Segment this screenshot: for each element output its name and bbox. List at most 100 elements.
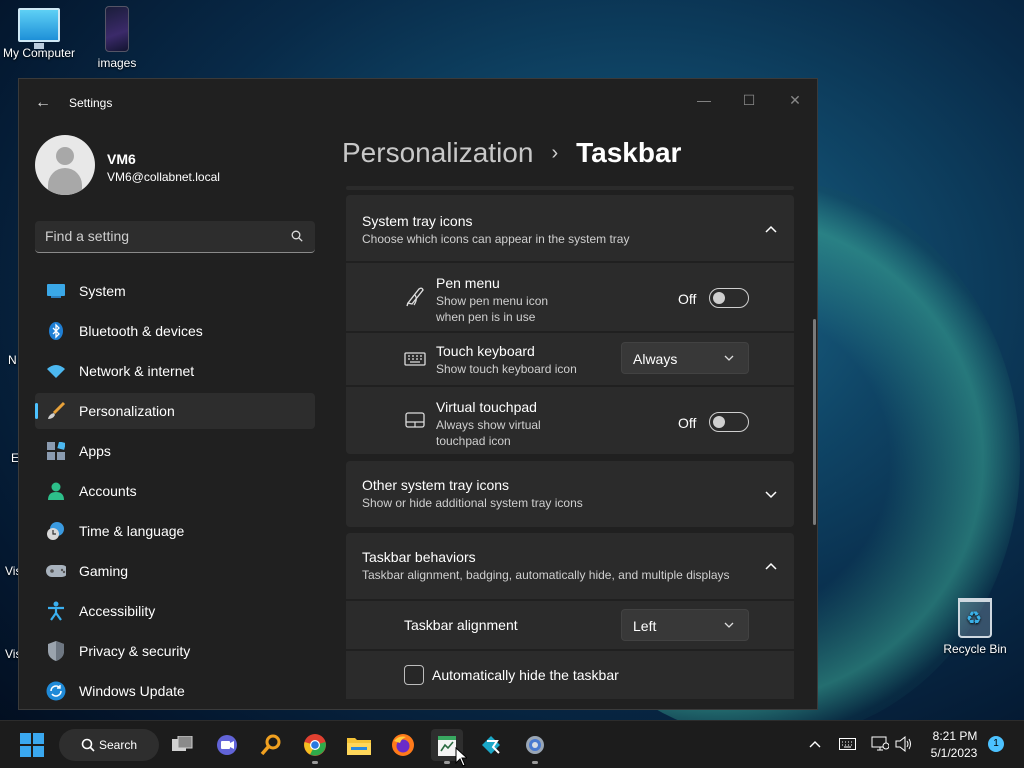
- taskbar-alignment-row: Taskbar alignment Left: [346, 601, 794, 649]
- file-explorer-button[interactable]: [343, 729, 375, 761]
- clock-globe-icon: [46, 521, 66, 541]
- sidebar-item-windows-update[interactable]: Windows Update: [35, 673, 315, 709]
- sidebar-item-label: Apps: [79, 443, 111, 459]
- row-title: Touch keyboard: [436, 343, 535, 359]
- row-subtitle: Show pen menu icon: [436, 294, 549, 308]
- apps-icon: [46, 441, 66, 461]
- search-icon[interactable]: [291, 230, 303, 242]
- row-subtitle: touchpad icon: [436, 434, 511, 448]
- teams-chat-icon: [217, 735, 237, 755]
- sidebar-item-apps[interactable]: Apps: [35, 433, 315, 469]
- settings-content: System tray icons Choose which icons can…: [346, 186, 794, 709]
- row-title: Taskbar alignment: [404, 617, 518, 633]
- person-icon: [46, 481, 66, 501]
- task-view-icon: [172, 736, 193, 751]
- taskbar-behaviors-header[interactable]: Taskbar behaviors Taskbar alignment, bad…: [346, 533, 794, 599]
- settings-window: ← Settings — ☐ ✕ VM6 VM6@collabnet.local…: [18, 78, 818, 710]
- start-button[interactable]: [16, 729, 48, 761]
- volume-icon[interactable]: [895, 736, 913, 752]
- dropdown-value: Always: [633, 351, 678, 367]
- app-button[interactable]: [475, 729, 507, 761]
- network-icon[interactable]: [871, 736, 889, 752]
- dropdown-value: Left: [633, 618, 657, 634]
- mouse-cursor-icon: [455, 747, 467, 767]
- clock-date[interactable]: 5/1/2023: [924, 746, 984, 760]
- row-title[interactable]: Automatically hide the taskbar: [432, 667, 619, 683]
- search-icon: [81, 738, 95, 752]
- back-button[interactable]: ←: [33, 93, 53, 113]
- row-subtitle: Show touch keyboard icon: [436, 362, 577, 376]
- row-title: Pen menu: [436, 275, 500, 291]
- sidebar-item-network[interactable]: Network & internet: [35, 353, 315, 389]
- monitor-icon: [46, 281, 66, 301]
- recycle-bin-icon: [958, 598, 992, 638]
- sidebar-item-label: Network & internet: [79, 363, 195, 379]
- auto-hide-checkbox[interactable]: [404, 665, 424, 685]
- section-title: Other system tray icons: [362, 477, 510, 493]
- maximize-button[interactable]: ☐: [729, 85, 769, 115]
- sidebar-item-label: Accounts: [79, 483, 137, 499]
- desktop-icon-label: images: [97, 56, 137, 70]
- pen-icon: [406, 287, 424, 307]
- section-subtitle: Show or hide additional system tray icon…: [362, 496, 583, 510]
- user-email: VM6@collabnet.local: [107, 170, 220, 184]
- other-system-tray-icons-header[interactable]: Other system tray icons Show or hide add…: [346, 461, 794, 527]
- close-button[interactable]: ✕: [775, 85, 815, 115]
- breadcrumb-parent[interactable]: Personalization: [342, 137, 533, 169]
- chevron-up-icon[interactable]: [809, 740, 821, 748]
- sidebar-item-label: Gaming: [79, 563, 129, 579]
- toggle-state-label: Off: [678, 291, 697, 307]
- sidebar-item-label: Accessibility: [79, 603, 156, 619]
- chrome-button[interactable]: [299, 729, 331, 764]
- keyboard-icon[interactable]: [839, 738, 856, 750]
- sidebar-item-bluetooth[interactable]: Bluetooth & devices: [35, 313, 315, 349]
- settings-taskbar-button[interactable]: [519, 729, 551, 764]
- sidebar-item-gaming[interactable]: Gaming: [35, 553, 315, 589]
- chevron-up-icon[interactable]: [764, 559, 778, 573]
- taskbar-search-button[interactable]: Search: [59, 729, 159, 761]
- clock-time[interactable]: 8:21 PM: [926, 729, 984, 743]
- firefox-icon: [392, 734, 414, 756]
- page-title: Taskbar: [576, 137, 682, 168]
- chevron-down-icon[interactable]: [764, 487, 778, 501]
- chevron-down-icon: [724, 355, 734, 361]
- taskbar-alignment-dropdown[interactable]: Left: [621, 609, 749, 641]
- firefox-button[interactable]: [387, 729, 419, 761]
- toggle-state-label: Off: [678, 415, 697, 431]
- notification-badge[interactable]: 1: [988, 736, 1004, 752]
- search-box[interactable]: [35, 221, 315, 253]
- pen-menu-toggle[interactable]: [709, 288, 749, 308]
- system-tray-icons-header[interactable]: System tray icons Choose which icons can…: [346, 195, 794, 261]
- desktop-icon-recycle-bin[interactable]: Recycle Bin: [935, 598, 1015, 656]
- brush-icon: [46, 401, 66, 421]
- row-title: Virtual touchpad: [436, 399, 537, 415]
- sidebar-item-personalization[interactable]: Personalization: [35, 393, 315, 429]
- desktop-icon-my-computer[interactable]: My Computer: [0, 8, 79, 60]
- breadcrumb-separator: ›: [551, 141, 559, 164]
- chevron-up-icon[interactable]: [764, 222, 778, 236]
- sidebar-item-label: Privacy & security: [79, 643, 191, 659]
- search-input[interactable]: [45, 221, 275, 251]
- sidebar-item-accounts[interactable]: Accounts: [35, 473, 315, 509]
- sidebar-item-accessibility[interactable]: Accessibility: [35, 593, 315, 629]
- sidebar-item-time-language[interactable]: Time & language: [35, 513, 315, 549]
- teams-chat-button[interactable]: [211, 729, 243, 761]
- sidebar-item-system[interactable]: System: [35, 273, 315, 309]
- previous-card-edge: [346, 186, 794, 190]
- minimize-button[interactable]: —: [684, 85, 724, 115]
- title-bar: ← Settings — ☐ ✕: [19, 79, 817, 127]
- avatar[interactable]: [35, 135, 95, 195]
- update-icon: [46, 681, 66, 701]
- touch-keyboard-dropdown[interactable]: Always: [621, 342, 749, 374]
- shield-icon: [46, 641, 66, 661]
- file-explorer-icon: [347, 738, 371, 755]
- scrollbar-thumb[interactable]: [813, 319, 816, 525]
- desktop-icon-images[interactable]: images: [77, 6, 157, 70]
- task-view-button[interactable]: [167, 729, 199, 761]
- sidebar-item-privacy[interactable]: Privacy & security: [35, 633, 315, 669]
- search-tool-button[interactable]: [255, 729, 287, 761]
- taskbar: Search 8:21 PM 5/1/2023: [0, 720, 1024, 768]
- sidebar-item-label: Personalization: [79, 403, 175, 419]
- virtual-touchpad-toggle[interactable]: [709, 412, 749, 432]
- taskbar-search-label: Search: [99, 738, 138, 752]
